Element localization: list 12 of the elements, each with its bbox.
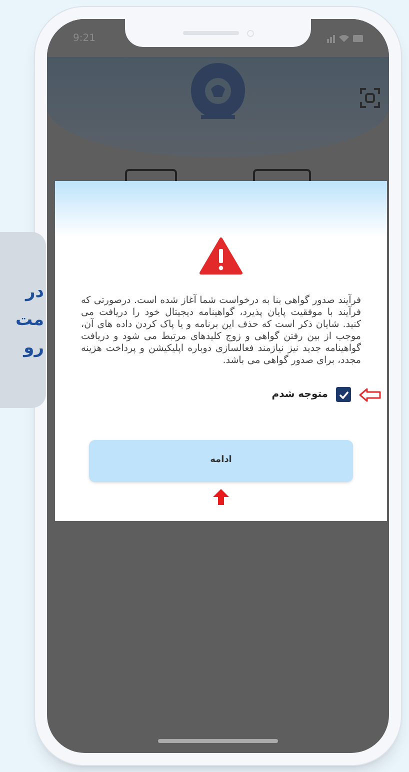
callout-text: رو [24, 337, 44, 360]
acknowledge-checkbox[interactable] [336, 387, 351, 402]
acknowledge-label: متوجه شدم [272, 388, 328, 402]
left-arrow-icon [359, 388, 381, 402]
status-icons [327, 34, 363, 42]
warning-icon [199, 237, 243, 275]
callout-text: مت [15, 309, 44, 332]
callout-text: در [25, 281, 44, 304]
check-icon [338, 390, 348, 398]
dialog-message: فرآیند صدور گواهی بنا به درخواست شما آغاز شده است. درصورتی که فرآیند با موفقیت پایان پذیرد، گواهینامه دیجیتال خود را دریافت می کنید. شایان ذکر است که حذف این برنامه و یا پاک کردن داده های آن، موجب از بین رفتن گواهی و زوج کلیدهای مرتبط می شود و دریافت گواهینامه جدید نیز نیازمند فعالسازی دوباره اپلیکیشن و پرداخت هزینه مجدد، برای صدور گواهی می باشد. [80, 295, 362, 367]
up-arrow-icon [212, 488, 230, 506]
continue-button[interactable]: ادامه [89, 440, 353, 482]
